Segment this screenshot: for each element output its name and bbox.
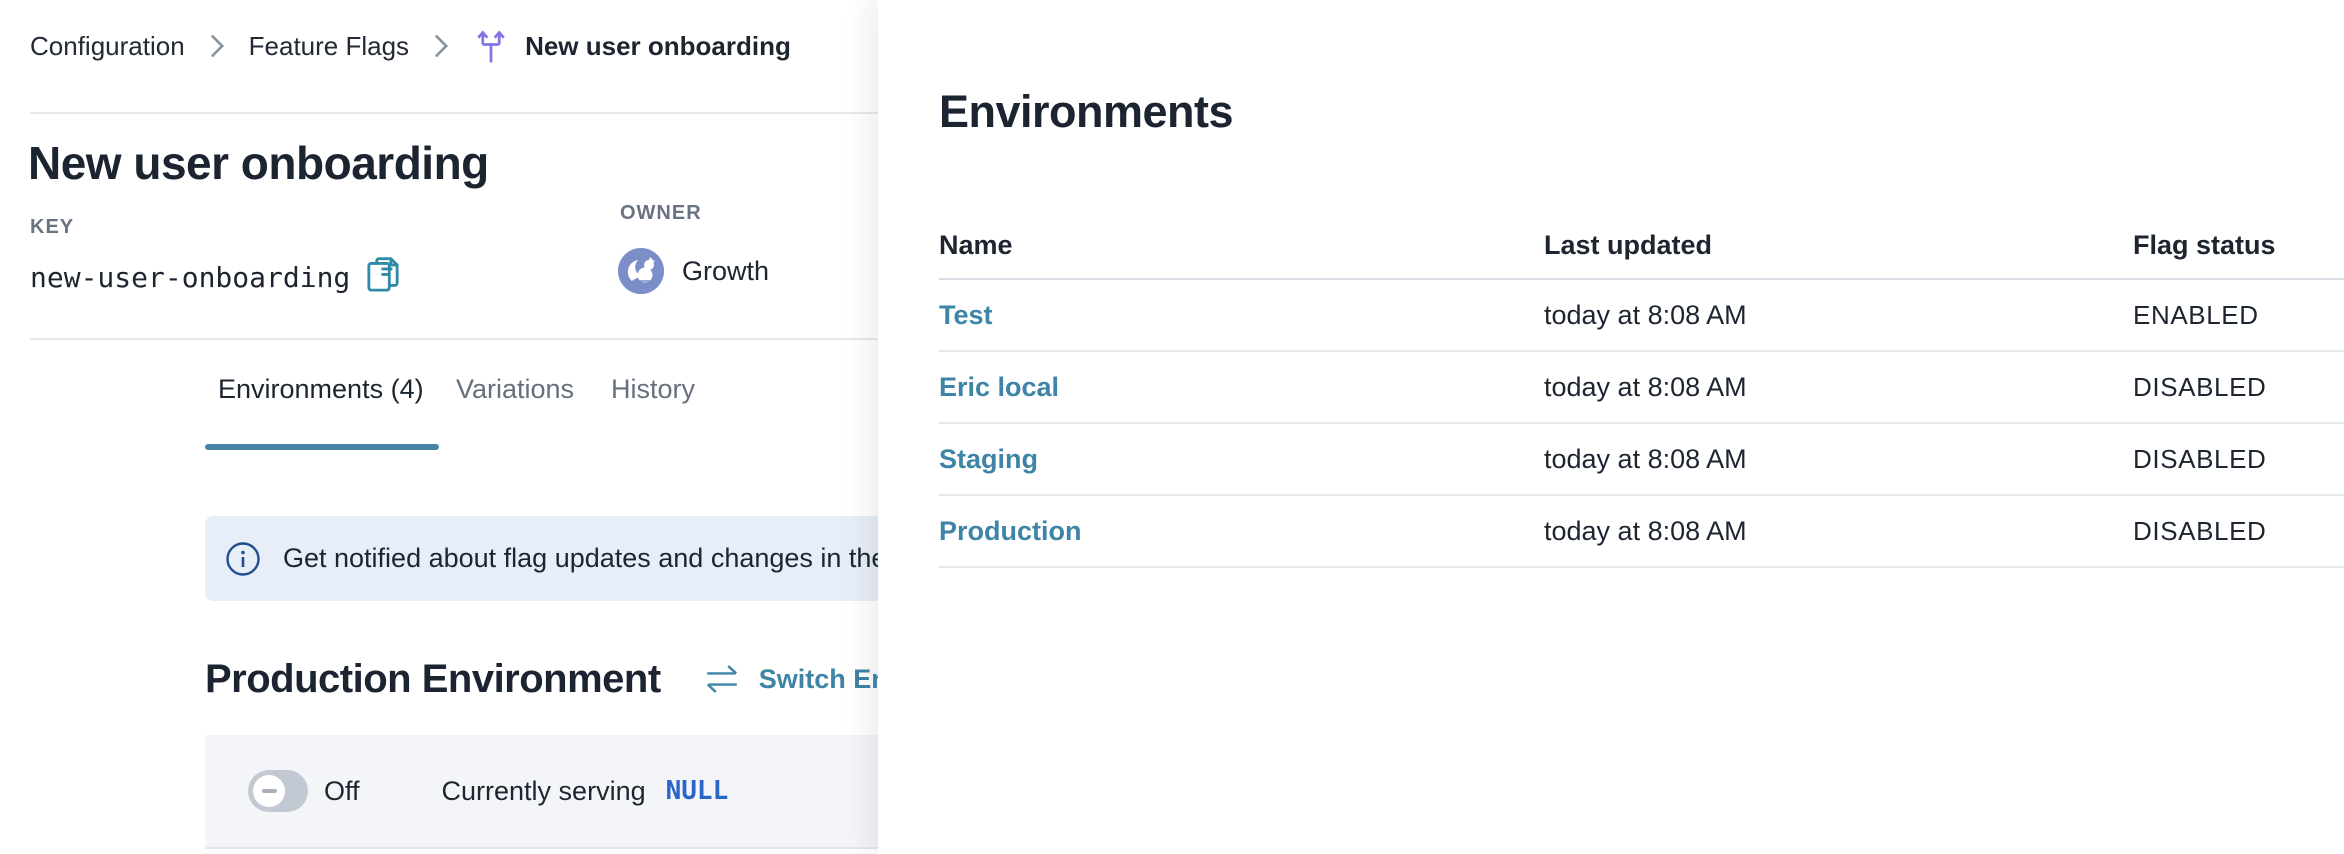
info-circle-icon [225, 541, 261, 577]
chevron-right-icon [431, 33, 451, 59]
minus-icon [262, 789, 277, 793]
breadcrumb-configuration[interactable]: Configuration [30, 31, 185, 62]
environments-table: Name Last updated Flag status Test today… [939, 212, 2344, 568]
flag-key-row: new-user-onboarding [30, 254, 402, 300]
environment-link-test[interactable]: Test [939, 300, 1544, 331]
column-header-flag-status: Flag status [2133, 230, 2344, 261]
flag-status-value: DISABLED [2133, 372, 2344, 403]
breadcrumb-feature-flags[interactable]: Feature Flags [249, 31, 409, 62]
fork-split-icon [473, 26, 509, 66]
header-divider [30, 112, 878, 114]
environments-panel: Environments Name Last updated Flag stat… [878, 0, 2344, 854]
breadcrumb-current: New user onboarding [525, 31, 791, 62]
table-header-row: Name Last updated Flag status [939, 212, 2344, 280]
owner-label: OWNER [620, 202, 702, 225]
swap-arrows-icon [701, 662, 743, 696]
column-header-last-updated: Last updated [1544, 230, 2133, 261]
table-row: Test today at 8:08 AM ENABLED [939, 280, 2344, 352]
flag-status-value: ENABLED [2133, 300, 2344, 331]
flag-tabs: Environments (4) Variations History [0, 374, 878, 416]
flag-toggle[interactable] [248, 770, 308, 812]
section-divider [30, 338, 878, 340]
currently-serving-label: Currently serving [442, 776, 646, 807]
toggle-state-label: Off [324, 776, 360, 807]
last-updated-value: today at 8:08 AM [1544, 300, 2133, 331]
tab-environments[interactable]: Environments (4) [218, 374, 424, 405]
last-updated-value: today at 8:08 AM [1544, 516, 2133, 547]
column-header-name: Name [939, 230, 1544, 261]
serving-card: Off Currently serving NULL [205, 735, 878, 849]
notification-banner: Get notified about flag updates and chan… [205, 516, 878, 601]
flag-status-value: DISABLED [2133, 444, 2344, 475]
environments-panel-title: Environments [939, 86, 1233, 138]
serving-value-link[interactable]: NULL [666, 776, 729, 806]
last-updated-value: today at 8:08 AM [1544, 444, 2133, 475]
key-label: KEY [30, 216, 74, 239]
copy-key-button[interactable] [364, 254, 402, 301]
owner-row: Growth [618, 248, 769, 294]
copy-icon [364, 254, 402, 301]
switch-environment-link[interactable]: Switch En [701, 662, 878, 696]
environment-section-title: Production Environment [205, 657, 661, 702]
environment-section-header: Production Environment Switch En [205, 650, 878, 708]
flag-title: New user onboarding [28, 136, 489, 190]
owner-name: Growth [682, 256, 769, 287]
environment-link-eric-local[interactable]: Eric local [939, 372, 1544, 403]
environment-link-production[interactable]: Production [939, 516, 1544, 547]
flag-key-value: new-user-onboarding [30, 261, 350, 294]
active-tab-underline [205, 444, 439, 450]
toggle-knob [253, 775, 285, 807]
squirrel-avatar [618, 248, 664, 294]
last-updated-value: today at 8:08 AM [1544, 372, 2133, 403]
switch-environment-label: Switch En [759, 664, 878, 695]
chevron-right-icon [207, 33, 227, 59]
table-row: Production today at 8:08 AM DISABLED [939, 496, 2344, 568]
banner-text: Get notified about flag updates and chan… [283, 543, 878, 574]
tab-history[interactable]: History [611, 374, 695, 405]
table-row: Eric local today at 8:08 AM DISABLED [939, 352, 2344, 424]
breadcrumb: Configuration Feature Flags New user onb… [30, 28, 791, 64]
table-row: Staging today at 8:08 AM DISABLED [939, 424, 2344, 496]
environment-link-staging[interactable]: Staging [939, 444, 1544, 475]
flag-status-value: DISABLED [2133, 516, 2344, 547]
flag-detail-page: Configuration Feature Flags New user onb… [0, 0, 878, 854]
tab-variations[interactable]: Variations [456, 374, 574, 405]
